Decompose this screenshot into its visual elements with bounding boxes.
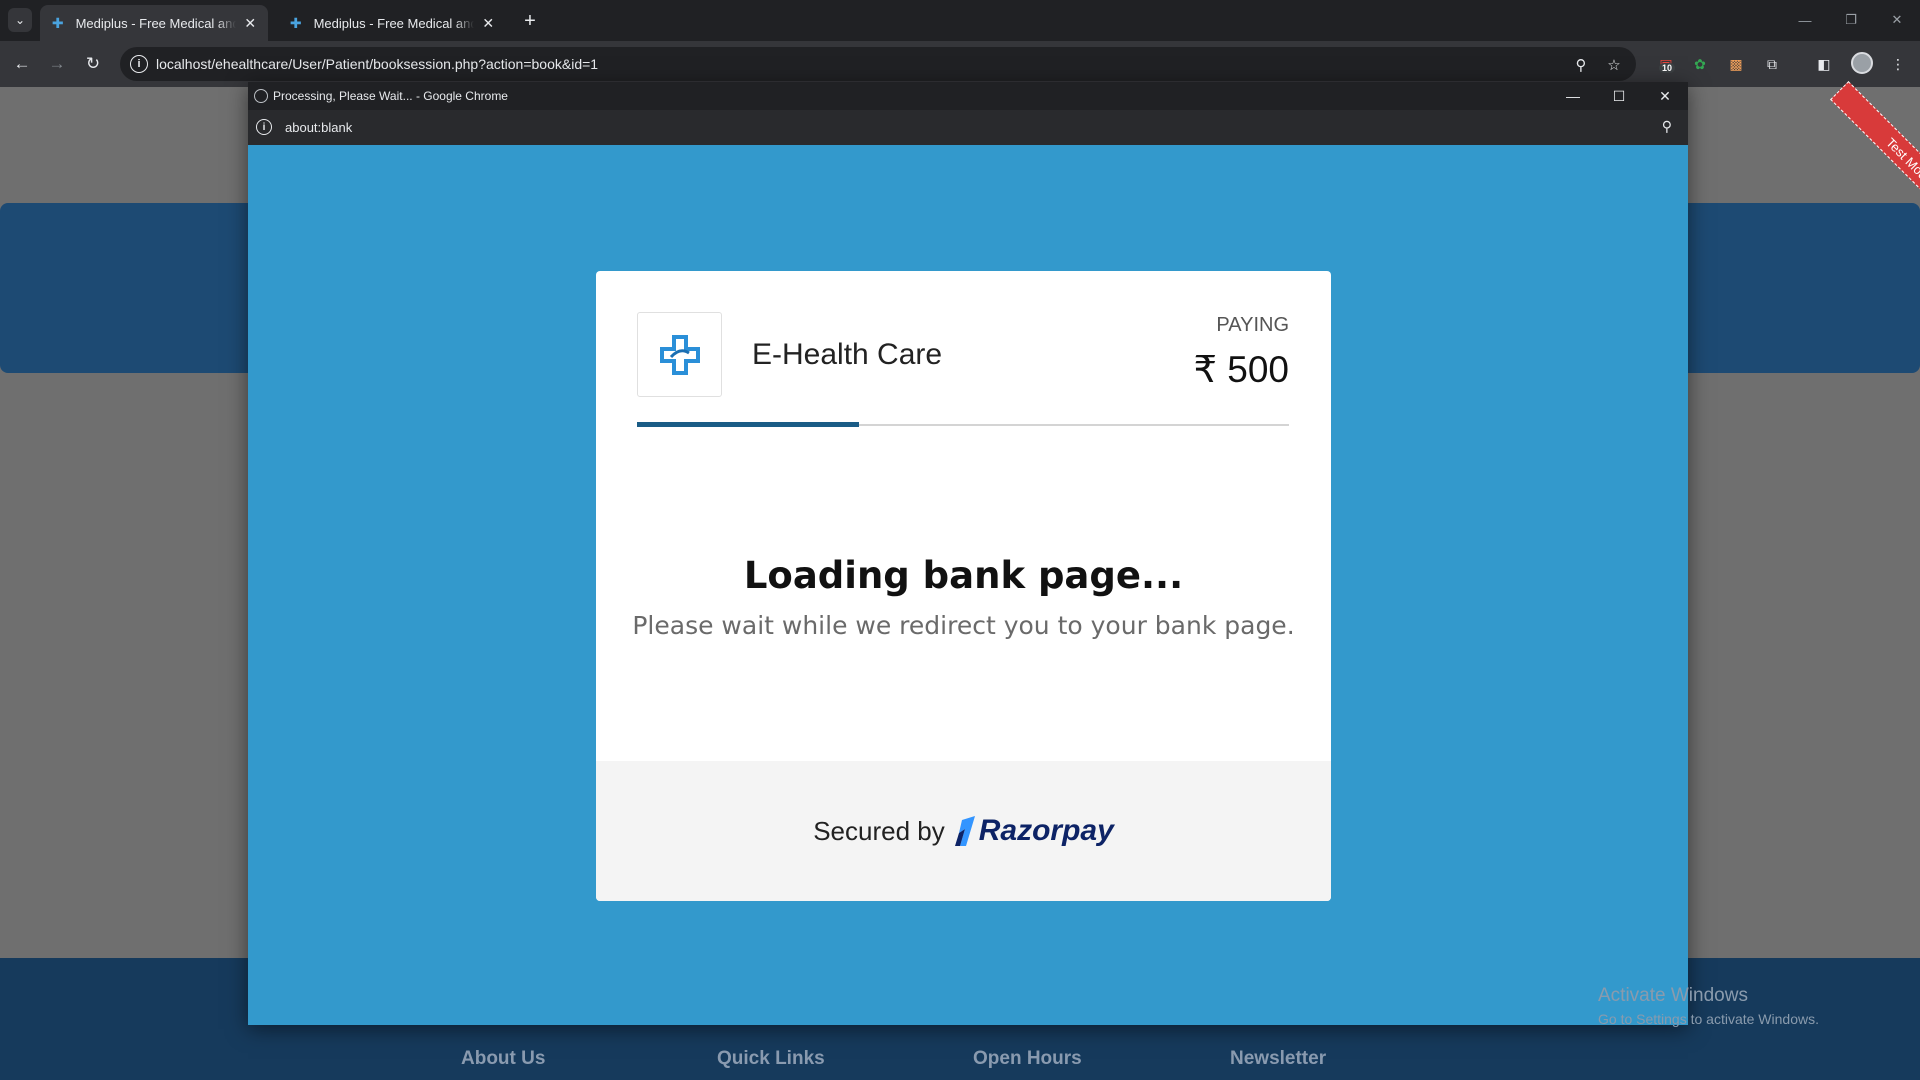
extension-badge: 10	[1659, 63, 1676, 73]
extensions-puzzle-icon[interactable]: ⧉	[1760, 52, 1784, 76]
address-url[interactable]: localhost/ehealthcare/User/Patient/books…	[156, 56, 598, 72]
tab-search-button[interactable]: ⌄	[8, 8, 32, 32]
extension-orange-icon[interactable]: ▩	[1724, 52, 1748, 76]
medical-cross-logo-icon	[659, 334, 700, 375]
tab-mediplus-2[interactable]: ✚ Mediplus - Free Medical and Doctor Dir…	[278, 5, 506, 41]
menu-kebab-icon[interactable]: ⋮	[1886, 52, 1910, 76]
chevron-down-icon: ⌄	[14, 13, 26, 27]
loading-message: Please wait while we redirect you to you…	[632, 611, 1295, 640]
watermark-line-1: Activate Windows	[1598, 985, 1748, 1006]
popup-maximize-icon[interactable]: ☐	[1605, 85, 1633, 107]
bookmark-star-icon[interactable]: ☆	[1604, 55, 1624, 75]
paying-label: PAYING	[1216, 314, 1289, 336]
razorpay-logo-icon	[954, 816, 975, 846]
tab-title: Mediplus - Free Medical and Doctor Direc…	[313, 15, 475, 31]
popup-close-icon[interactable]: ✕	[1651, 85, 1679, 107]
popup-window-title: Processing, Please Wait... - Google Chro…	[273, 89, 508, 103]
watermark-line-2: Go to Settings to activate Windows.	[1598, 1011, 1819, 1027]
loading-title: Loading bank page...	[743, 554, 1184, 597]
tab-mediplus-active[interactable]: ✚ Mediplus - Free Medical and Doctor Dir…	[40, 5, 268, 41]
back-arrow-icon[interactable]: ←	[10, 52, 34, 76]
razorpay-checkout-card: E-Health Care PAYING ₹ 500 Loading bank …	[596, 271, 1331, 901]
zoom-icon[interactable]: ⚲	[1662, 118, 1672, 135]
forward-arrow-icon[interactable]: →	[45, 52, 69, 76]
payment-popup-window: Processing, Please Wait... - Google Chro…	[248, 82, 1688, 1025]
close-tab-icon[interactable]: ✕	[242, 15, 258, 31]
razorpay-brand-name: Razorpay	[978, 814, 1114, 847]
footer-heading-open-hours: Open Hours	[973, 1048, 1082, 1069]
minimize-window-icon[interactable]: —	[1790, 8, 1820, 32]
loading-progress-bar	[637, 422, 1289, 427]
reload-icon[interactable]: ↻	[81, 52, 105, 76]
extension-green-icon[interactable]: ✿	[1688, 52, 1712, 76]
payment-amount: ₹ 500	[1193, 349, 1289, 390]
restore-window-icon[interactable]: ❐	[1836, 8, 1866, 32]
globe-icon	[254, 89, 268, 103]
footer-heading-newsletter: Newsletter	[1230, 1048, 1327, 1069]
secured-by-label: Secured by	[813, 815, 945, 846]
popup-address-bar: i about:blank ⚲	[248, 110, 1688, 145]
site-info-icon[interactable]: i	[256, 119, 272, 135]
zoom-icon[interactable]: ⚲	[1571, 55, 1591, 75]
windows-activation-watermark: Activate Windows Go to Settings to activ…	[1598, 985, 1819, 1027]
popup-minimize-icon[interactable]: —	[1559, 85, 1587, 107]
popup-title-bar: Processing, Please Wait... - Google Chro…	[248, 82, 1688, 110]
progress-fill	[637, 422, 859, 427]
footer-heading-about: About Us	[461, 1048, 546, 1069]
new-tab-plus-icon[interactable]: +	[518, 9, 542, 33]
footer-heading-quick-links: Quick Links	[717, 1048, 825, 1069]
side-panel-icon[interactable]: ◧	[1812, 52, 1836, 76]
popup-url: about:blank	[285, 120, 353, 135]
address-bar[interactable]: i localhost/ehealthcare/User/Patient/boo…	[120, 47, 1636, 81]
medical-cross-favicon-icon: ✚	[289, 14, 302, 31]
merchant-name: E-Health Care	[752, 338, 943, 371]
tab-strip: ⌄ ✚ Mediplus - Free Medical and Doctor D…	[0, 0, 1920, 41]
browser-toolbar: ← → ↻ i localhost/ehealthcare/User/Patie…	[0, 41, 1920, 87]
secured-by-footer: Secured by Razorpay	[596, 761, 1331, 901]
close-tab-icon[interactable]: ✕	[480, 15, 496, 31]
medical-cross-favicon-icon: ✚	[51, 14, 64, 31]
merchant-logo	[637, 312, 722, 397]
close-window-icon[interactable]: ✕	[1882, 8, 1912, 32]
tab-title: Mediplus - Free Medical and Doctor Direc…	[75, 15, 237, 31]
site-info-icon[interactable]: i	[130, 55, 148, 73]
profile-avatar[interactable]	[1851, 52, 1873, 74]
